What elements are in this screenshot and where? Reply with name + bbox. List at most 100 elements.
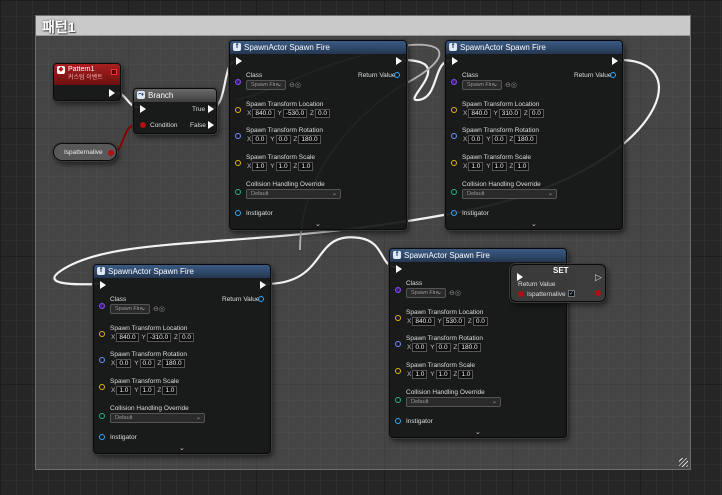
scale-x[interactable]: 1.0 — [116, 386, 132, 395]
loc-y[interactable]: 310.0 — [498, 109, 522, 118]
return-value-pin[interactable] — [394, 72, 400, 78]
class-dropdown[interactable]: Spawn Fire ⌄ — [406, 288, 446, 298]
loc-y[interactable]: -530.0 — [282, 109, 308, 118]
scale-pin[interactable] — [451, 160, 457, 166]
branch-exec-in-pin[interactable] — [140, 105, 146, 113]
location-vector[interactable]: X 840.0 Y -310.0 Z 0.0 — [110, 333, 195, 342]
scale-y[interactable]: 1.0 — [275, 162, 291, 171]
branch-node[interactable]: ⤳ Branch True Condition False — [133, 88, 217, 134]
scale-x[interactable]: 1.0 — [468, 162, 484, 171]
scale-x[interactable]: 1.0 — [412, 370, 428, 379]
rot-z[interactable]: 180.0 — [458, 343, 481, 352]
rotation-vector[interactable]: X 0.0 Y 0.0 Z 180.0 — [246, 135, 321, 144]
browse-icons[interactable]: ⊖◎ — [449, 289, 461, 297]
loc-y[interactable]: 530.0 — [442, 317, 466, 326]
scale-x[interactable]: 1.0 — [252, 162, 268, 171]
scale-y[interactable]: 1.0 — [435, 370, 451, 379]
collision-pin[interactable] — [395, 397, 401, 403]
class-pin[interactable] — [395, 287, 401, 293]
rot-y[interactable]: 0.0 — [139, 359, 155, 368]
event-exec-out-pin[interactable] — [109, 89, 115, 97]
scale-pin[interactable] — [99, 384, 105, 390]
loc-x[interactable]: 840.0 — [116, 333, 139, 342]
set-exec-in-pin[interactable] — [517, 273, 523, 281]
rot-y[interactable]: 0.0 — [275, 135, 291, 144]
set-checkbox[interactable]: ✓ — [568, 290, 575, 297]
return-value-pin[interactable] — [610, 72, 616, 78]
rot-x[interactable]: 0.0 — [252, 135, 268, 144]
spawn-node-header[interactable]: f SpawnActor Spawn Fire — [446, 41, 622, 54]
browse-icons[interactable]: ⊖◎ — [153, 305, 165, 313]
rotation-pin[interactable] — [99, 357, 105, 363]
rotation-vector[interactable]: X 0.0 Y 0.0 Z 180.0 — [462, 135, 537, 144]
scale-y[interactable]: 1.0 — [491, 162, 507, 171]
branch-condition-pin[interactable] — [140, 122, 146, 128]
branch-true-out-pin[interactable] — [208, 105, 214, 113]
event-delegate-pin[interactable] — [111, 69, 117, 75]
event-node-pattern1[interactable]: ◆ Pattern1 커스텀 이벤트 — [53, 63, 121, 101]
collision-pin[interactable] — [451, 189, 457, 195]
rot-z[interactable]: 180.0 — [162, 359, 185, 368]
spawn-exec-out-pin[interactable] — [396, 57, 402, 65]
class-pin[interactable] — [99, 303, 105, 309]
scale-z[interactable]: 1.0 — [514, 162, 530, 171]
rotation-vector[interactable]: X 0.0 Y 0.0 Z 180.0 — [406, 343, 481, 352]
class-dropdown[interactable]: Spawn Fire ⌄ — [110, 304, 150, 314]
loc-z[interactable]: 0.0 — [179, 333, 195, 342]
instigator-pin[interactable] — [395, 418, 401, 424]
rot-y[interactable]: 0.0 — [435, 343, 451, 352]
instigator-pin[interactable] — [235, 210, 241, 216]
class-dropdown[interactable]: Spawn Fire ⌄ — [462, 80, 502, 90]
location-pin[interactable] — [451, 107, 457, 113]
scale-y[interactable]: 1.0 — [139, 386, 155, 395]
scale-pin[interactable] — [395, 368, 401, 374]
rotation-pin[interactable] — [395, 341, 401, 347]
browse-icons[interactable]: ⊖◎ — [289, 81, 301, 89]
getter-bool-out-pin[interactable] — [108, 150, 114, 156]
location-vector[interactable]: X 840.0 Y 310.0 Z 0.0 — [462, 109, 544, 118]
collision-dropdown[interactable]: Default ⌄ — [406, 397, 501, 407]
location-pin[interactable] — [235, 107, 241, 113]
scale-vector[interactable]: X 1.0 Y 1.0 Z 1.0 — [110, 386, 178, 395]
scale-z[interactable]: 1.0 — [458, 370, 474, 379]
scale-vector[interactable]: X 1.0 Y 1.0 Z 1.0 — [406, 370, 474, 379]
spawn-node-header[interactable]: f SpawnActor Spawn Fire — [390, 249, 566, 262]
collision-pin[interactable] — [235, 189, 241, 195]
set-bool-in-pin[interactable] — [518, 291, 524, 297]
collision-dropdown[interactable]: Default ⌄ — [462, 189, 557, 199]
set-variable-node[interactable]: SET ▷ Return Value Ispatternalive ✓ — [510, 264, 606, 302]
rot-x[interactable]: 0.0 — [412, 343, 428, 352]
expand-chevron-icon[interactable]: ⌄ — [315, 220, 321, 228]
class-pin[interactable] — [235, 79, 241, 85]
rot-z[interactable]: 180.0 — [514, 135, 537, 144]
set-exec-out-outline-icon[interactable]: ▷ — [595, 272, 602, 283]
spawn-node-header[interactable]: f SpawnActor Spawn Fire — [94, 265, 270, 278]
spawn-exec-out-pin[interactable] — [260, 281, 266, 289]
spawn-actor-node-2[interactable]: f SpawnActor Spawn Fire Class Spawn Fire… — [445, 40, 623, 230]
collision-pin[interactable] — [99, 413, 105, 419]
spawn-exec-out-pin[interactable] — [612, 57, 618, 65]
spawn-actor-node-1[interactable]: f SpawnActor Spawn Fire Class Spawn Fire… — [229, 40, 407, 230]
rot-x[interactable]: 0.0 — [468, 135, 484, 144]
scale-z[interactable]: 1.0 — [298, 162, 314, 171]
location-vector[interactable]: X 840.0 Y 530.0 Z 0.0 — [406, 317, 488, 326]
location-pin[interactable] — [395, 315, 401, 321]
instigator-pin[interactable] — [99, 434, 105, 440]
rotation-vector[interactable]: X 0.0 Y 0.0 Z 180.0 — [110, 359, 185, 368]
spawn-exec-in-pin[interactable] — [396, 265, 402, 273]
scale-vector[interactable]: X 1.0 Y 1.0 Z 1.0 — [246, 162, 314, 171]
rot-z[interactable]: 180.0 — [298, 135, 321, 144]
expand-chevron-icon[interactable]: ⌄ — [531, 220, 537, 228]
collision-dropdown[interactable]: Default ⌄ — [110, 413, 205, 423]
rot-x[interactable]: 0.0 — [116, 359, 132, 368]
browse-icons[interactable]: ⊖◎ — [505, 81, 517, 89]
spawn-exec-in-pin[interactable] — [236, 57, 242, 65]
expand-chevron-icon[interactable]: ⌄ — [179, 444, 185, 452]
branch-false-out-pin[interactable] — [208, 121, 214, 129]
return-value-pin[interactable] — [258, 296, 264, 302]
branch-header[interactable]: ⤳ Branch — [134, 89, 216, 102]
spawn-exec-in-pin[interactable] — [452, 57, 458, 65]
loc-x[interactable]: 840.0 — [412, 317, 435, 326]
comment-header[interactable]: 패턴1 — [36, 16, 690, 36]
loc-y[interactable]: -310.0 — [146, 333, 172, 342]
